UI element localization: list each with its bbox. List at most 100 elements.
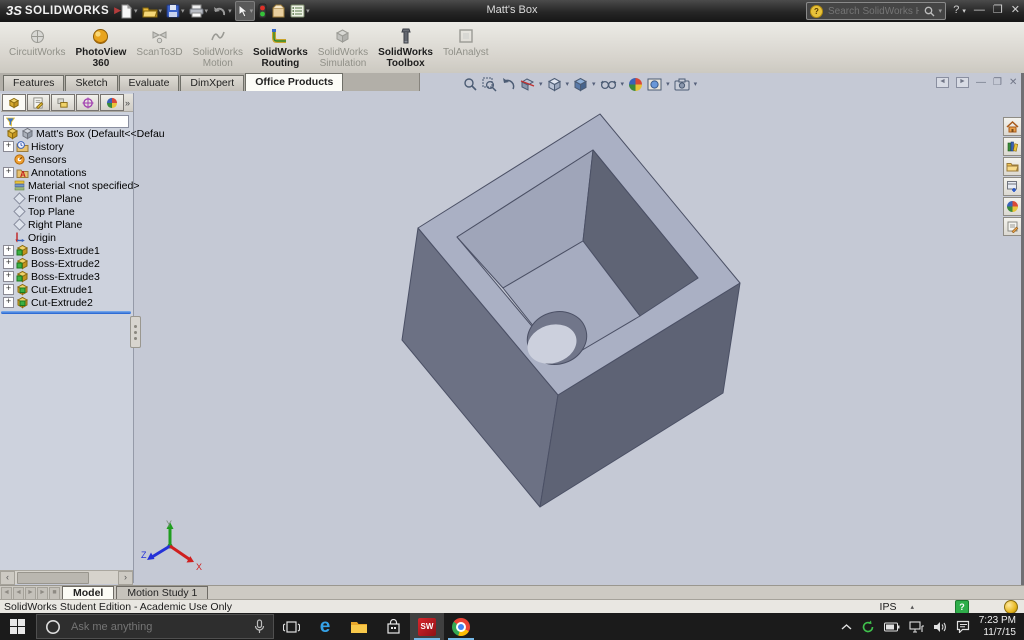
manager-tabs-overflow-icon[interactable]: » — [125, 98, 130, 108]
ribbon-tolanalyst-button[interactable]: TolAnalyst — [438, 24, 494, 71]
volume-icon[interactable] — [933, 621, 947, 633]
solidworks-logo[interactable]: 3S SOLIDWORKS ▶ — [6, 3, 121, 18]
3d-model[interactable] — [0, 73, 1024, 585]
tab-nav-last-icon[interactable]: ► — [37, 586, 48, 600]
battery-icon[interactable] — [883, 622, 900, 632]
tree-item-history[interactable]: + History — [0, 140, 133, 153]
new-document-button[interactable]: ▾ — [118, 2, 139, 20]
help-search-box[interactable]: ? ▾ — [806, 2, 946, 20]
tree-item-origin[interactable]: Origin — [0, 231, 133, 244]
ribbon-motion-button[interactable]: SolidWorks Motion — [188, 24, 248, 71]
search-dropdown-icon[interactable]: ▾ — [938, 7, 942, 15]
tree-item-cut-extrude2[interactable]: + Cut-Extrude2 — [0, 296, 133, 309]
taskbar-clock[interactable]: 7:23 PM 11/7/15 — [979, 615, 1016, 639]
expand-icon[interactable]: + — [3, 258, 14, 269]
save-button[interactable]: ▾ — [165, 2, 186, 20]
restore-button[interactable]: ❐ — [993, 3, 1003, 16]
help-search-input[interactable] — [826, 4, 922, 18]
doc-restore-button[interactable]: ❐ — [993, 77, 1002, 88]
section-view-icon[interactable] — [520, 77, 535, 92]
doc-minimize-button[interactable]: — — [976, 77, 986, 88]
file-properties-button[interactable] — [270, 2, 287, 20]
undo-button[interactable]: ▾ — [211, 2, 233, 20]
scroll-right-icon[interactable]: › — [118, 570, 133, 585]
print-button[interactable]: ▾ — [188, 2, 210, 20]
scrollbar-thumb[interactable] — [17, 571, 89, 584]
tree-item-sensors[interactable]: Sensors — [0, 153, 133, 166]
expand-icon[interactable]: + — [3, 245, 14, 256]
solidworks-taskbar-button[interactable]: SW — [410, 613, 444, 640]
open-button[interactable]: ▾ — [141, 2, 164, 20]
view-settings-dropdown-icon[interactable]: ▾ — [694, 80, 698, 88]
rollback-bar[interactable] — [1, 311, 131, 314]
network-icon[interactable] — [909, 620, 924, 633]
view-palette-tab[interactable] — [1003, 177, 1022, 196]
ribbon-routing-button[interactable]: SolidWorks Routing — [248, 24, 313, 71]
tree-item-material[interactable]: Material <not specified> — [0, 179, 139, 192]
microphone-icon[interactable] — [254, 619, 265, 634]
doc-next-window-icon[interactable]: ► — [956, 77, 969, 88]
configurationmanager-tab[interactable] — [51, 94, 75, 111]
tray-expand-icon[interactable] — [841, 623, 852, 631]
select-button[interactable]: ▾ — [234, 1, 256, 21]
apply-scene-dropdown-icon[interactable]: ▾ — [666, 80, 670, 88]
hide-show-items-icon[interactable] — [600, 78, 617, 91]
tab-evaluate[interactable]: Evaluate — [118, 75, 180, 91]
sync-status-icon[interactable] — [861, 620, 875, 634]
propertymanager-tab[interactable] — [26, 94, 51, 111]
start-button[interactable] — [0, 613, 34, 640]
scroll-left-icon[interactable]: ‹ — [0, 570, 15, 585]
store-button[interactable] — [376, 613, 410, 640]
viewport[interactable]: ▾ ▾ ▾ ▾ ▾ ▾ ◄ ► — ❐ ✕ » Matt's Box (Defa… — [0, 73, 1024, 585]
tab-nav-first-icon[interactable]: ◄ — [1, 586, 12, 600]
units-selector[interactable]: IPS ▴ — [880, 601, 914, 613]
quick-tips-icon[interactable]: ? — [955, 600, 969, 614]
tab-dimxpert[interactable]: DimXpert — [180, 75, 245, 91]
tree-horizontal-scrollbar[interactable]: ‹ › — [0, 570, 133, 585]
ribbon-simulation-button[interactable]: SolidWorks Simulation — [313, 24, 373, 71]
dimxpertmanager-tab[interactable] — [75, 94, 100, 111]
options-button[interactable]: ▾ — [289, 2, 311, 20]
units-dropdown-icon[interactable]: ▴ — [910, 603, 914, 611]
view-orientation-icon[interactable] — [547, 77, 562, 92]
custom-properties-tab[interactable] — [1003, 217, 1022, 236]
taskbar-search-input[interactable] — [69, 619, 246, 634]
displaymanager-tab[interactable] — [100, 94, 124, 111]
expand-icon[interactable]: + — [3, 284, 14, 295]
expand-icon[interactable]: + — [3, 271, 14, 282]
tree-item-annotations[interactable]: + A Annotations — [0, 166, 133, 179]
expand-icon[interactable]: + — [3, 167, 14, 178]
close-button[interactable]: ✕ — [1011, 3, 1020, 16]
tab-office-products[interactable]: Office Products — [245, 73, 344, 91]
hide-show-dropdown-icon[interactable]: ▾ — [621, 80, 625, 88]
display-style-icon[interactable] — [573, 77, 588, 92]
tree-item-cut-extrude1[interactable]: + Cut-Extrude1 — [0, 283, 133, 296]
ribbon-toolbox-button[interactable]: SolidWorks Toolbox — [373, 24, 438, 71]
tree-item-root[interactable]: Matt's Box (Default<<Defau — [0, 127, 165, 140]
minimize-button[interactable]: — — [974, 4, 985, 16]
file-explorer-tab[interactable] — [1003, 157, 1022, 176]
tree-item-front-plane[interactable]: Front Plane — [0, 192, 133, 205]
zoom-to-fit-icon[interactable] — [463, 77, 478, 92]
zoom-to-area-icon[interactable] — [482, 77, 497, 92]
edge-button[interactable]: e — [308, 613, 342, 640]
chrome-button[interactable] — [444, 613, 478, 640]
view-orientation-dropdown-icon[interactable]: ▾ — [566, 80, 570, 88]
rebuild-button[interactable] — [257, 2, 268, 20]
section-dropdown-icon[interactable]: ▾ — [539, 80, 543, 88]
tree-item-right-plane[interactable]: Right Plane — [0, 218, 133, 231]
motion-study-tab[interactable]: Motion Study 1 — [116, 586, 209, 600]
action-center-icon[interactable] — [956, 620, 970, 633]
expand-icon[interactable]: + — [3, 297, 14, 308]
tree-filter-input[interactable] — [17, 115, 126, 128]
expand-icon[interactable]: + — [3, 141, 14, 152]
doc-close-button[interactable]: ✕ — [1009, 77, 1017, 88]
apply-scene-icon[interactable] — [647, 77, 662, 92]
tab-nav-next-icon[interactable]: ► — [25, 586, 36, 600]
ribbon-circuitworks-button[interactable]: CircuitWorks — [4, 24, 70, 71]
panel-splitter[interactable] — [130, 316, 141, 348]
edit-appearance-icon[interactable] — [628, 77, 643, 92]
ribbon-photoview-button[interactable]: PhotoView 360 — [70, 24, 131, 71]
display-style-dropdown-icon[interactable]: ▾ — [592, 80, 596, 88]
file-explorer-button[interactable] — [342, 613, 376, 640]
